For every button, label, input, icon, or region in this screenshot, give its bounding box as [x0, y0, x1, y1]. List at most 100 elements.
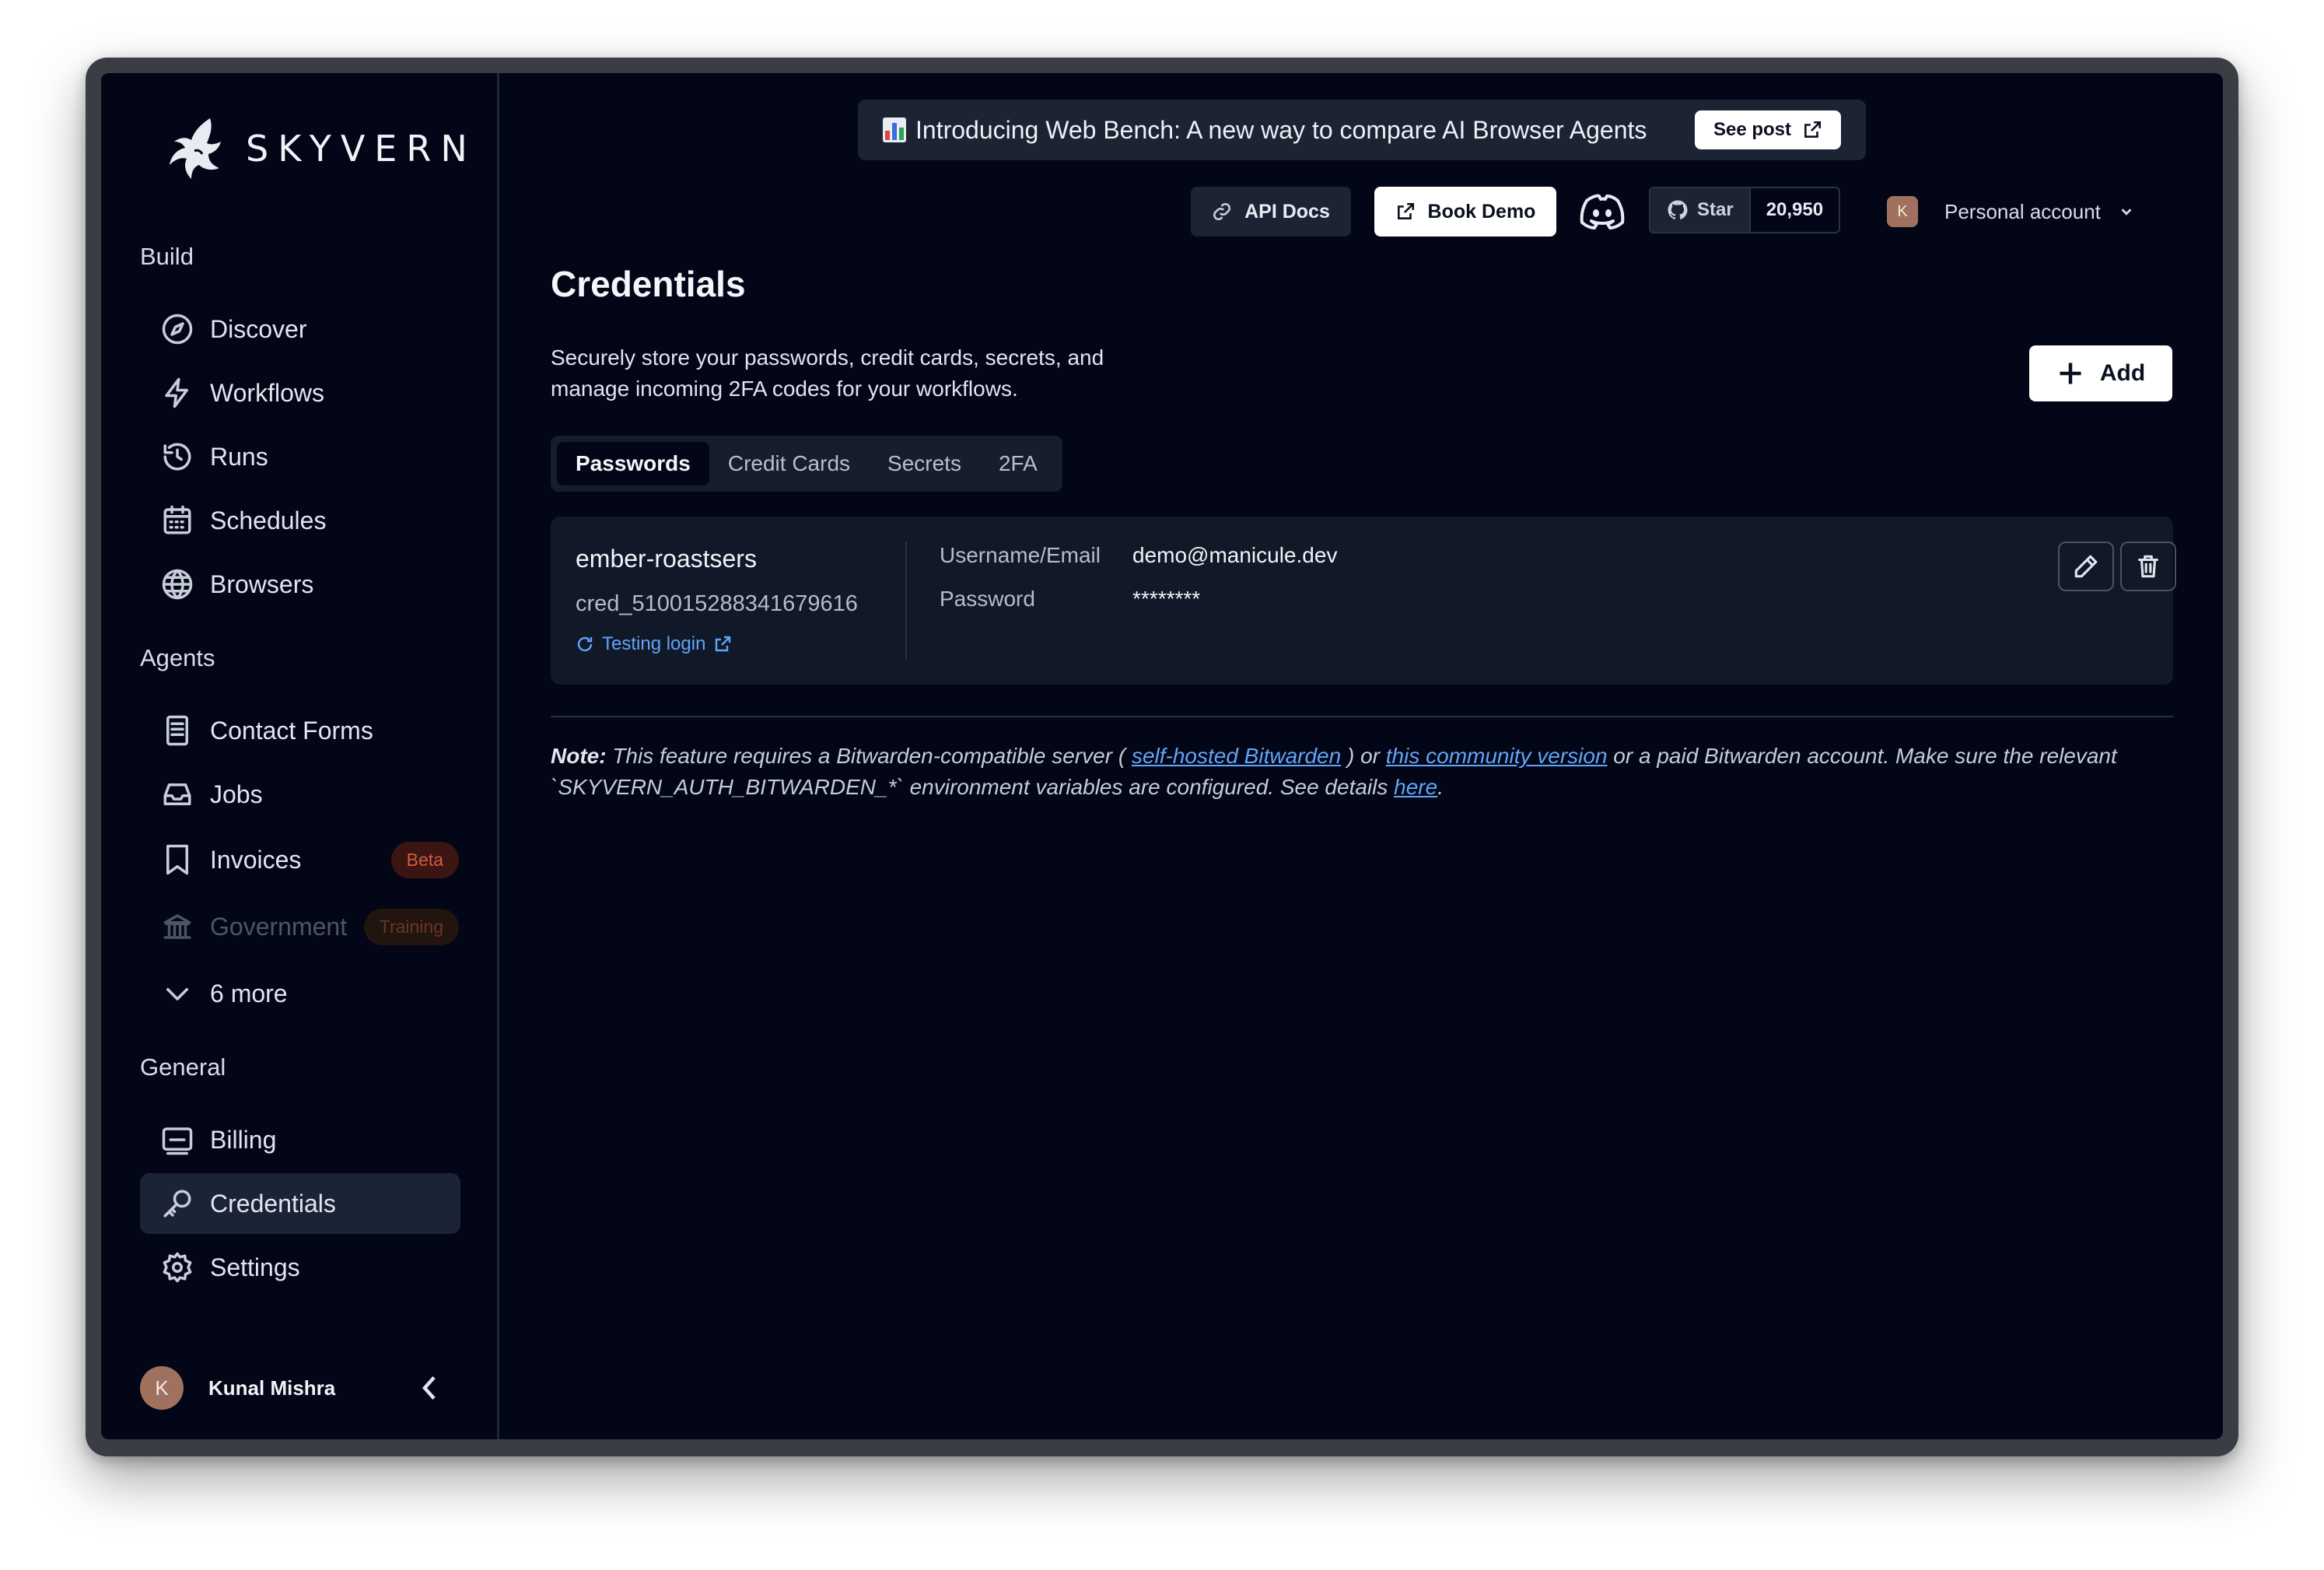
account-name: Personal account	[1944, 199, 2101, 223]
testing-login-label: Testing login	[602, 633, 706, 654]
pencil-icon	[2074, 555, 2098, 578]
github-star-count: 20,950	[1748, 188, 1839, 232]
github-icon	[1668, 200, 1688, 219]
credential-card: ember-roastsers cred_510015288341679616 …	[551, 517, 2176, 685]
tab-secrets[interactable]: Secrets	[869, 442, 980, 485]
nav-label: Runs	[210, 442, 268, 471]
nav-workflows[interactable]: Workflows	[140, 363, 460, 423]
bitwarden-note: Note: This feature requires a Bitwarden-…	[551, 741, 2176, 803]
nav-more[interactable]: 6 more	[140, 963, 460, 1024]
note-text-1: This feature requires a Bitwarden-compat…	[606, 744, 1132, 768]
user-profile[interactable]: K Kunal Mishra	[140, 1365, 460, 1411]
nav-billing[interactable]: Billing	[140, 1109, 460, 1170]
history-icon	[160, 440, 194, 474]
nav-label: Billing	[210, 1125, 277, 1154]
external-link-icon	[1397, 202, 1414, 219]
nav-label: Jobs	[210, 780, 263, 808]
app-window: SKYVERN Build Discover Workflows Runs Sc…	[101, 73, 2223, 1439]
receipt-icon	[160, 843, 194, 877]
see-post-label: See post	[1713, 119, 1791, 140]
nav-label: 6 more	[210, 979, 288, 1008]
bank-icon	[160, 909, 194, 944]
link-icon	[1213, 202, 1231, 221]
nav-government[interactable]: Government Training	[140, 896, 460, 957]
user-name: Kunal Mishra	[208, 1376, 336, 1400]
tab-credit-cards[interactable]: Credit Cards	[709, 442, 869, 485]
gear-icon	[160, 1250, 194, 1284]
chevron-down-icon	[160, 976, 194, 1011]
announcement-banner: Introducing Web Bench: A new way to comp…	[858, 100, 1866, 160]
nav-label: Discover	[210, 314, 307, 343]
github-star-label: Star	[1697, 199, 1734, 220]
top-bar: API Docs Book Demo Star 20,950 K Persona…	[101, 187, 2223, 237]
github-star-widget[interactable]: Star 20,950	[1649, 187, 1841, 233]
credential-name: ember-roastsers	[576, 545, 757, 573]
details-link[interactable]: here	[1394, 775, 1437, 799]
nav-settings[interactable]: Settings	[140, 1237, 460, 1298]
card-divider	[905, 541, 907, 660]
refresh-icon	[577, 636, 593, 652]
add-credential-button[interactable]: Add	[2029, 345, 2172, 401]
key-icon	[160, 1186, 194, 1221]
calendar-icon	[160, 503, 194, 538]
tab-2fa[interactable]: 2FA	[980, 442, 1056, 485]
self-hosted-bitwarden-link[interactable]: self-hosted Bitwarden	[1132, 744, 1341, 768]
logo[interactable]: SKYVERN	[163, 114, 477, 184]
nav-credentials[interactable]: Credentials	[140, 1173, 460, 1234]
collapse-sidebar-button[interactable]	[415, 1372, 443, 1404]
inbox-icon	[160, 777, 194, 811]
username-value: demo@manicule.dev	[1132, 543, 1338, 567]
note-label: Note:	[551, 744, 607, 768]
external-link-icon	[1804, 121, 1822, 138]
nav-browsers[interactable]: Browsers	[140, 554, 460, 615]
page-description: Securely store your passwords, credit ca…	[551, 345, 1104, 401]
beta-badge: Beta	[390, 841, 459, 878]
training-badge: Training	[363, 908, 459, 945]
sidebar: SKYVERN Build Discover Workflows Runs Sc…	[101, 73, 499, 1439]
password-value: ********	[1132, 587, 1201, 611]
trash-icon	[2138, 555, 2158, 578]
book-demo-button[interactable]: Book Demo	[1374, 187, 1556, 237]
discord-icon[interactable]	[1579, 190, 1626, 233]
billing-icon	[160, 1123, 194, 1157]
nav-runs[interactable]: Runs	[140, 426, 460, 487]
testing-login-link[interactable]: Testing login	[576, 633, 732, 655]
nav-contact-forms[interactable]: Contact Forms	[140, 700, 460, 761]
credential-tabs: Passwords Credit Cards Secrets 2FA	[551, 436, 1062, 492]
nav-schedules[interactable]: Schedules	[140, 490, 460, 551]
github-star-button[interactable]: Star	[1650, 188, 1749, 232]
see-post-button[interactable]: See post	[1694, 110, 1841, 149]
divider	[551, 716, 2173, 717]
password-label: Password	[940, 587, 1035, 611]
api-docs-label: API Docs	[1244, 200, 1330, 223]
bar-chart-icon	[883, 117, 906, 142]
nav-jobs[interactable]: Jobs	[140, 764, 460, 825]
plus-icon	[2060, 363, 2081, 384]
book-demo-label: Book Demo	[1427, 200, 1536, 223]
api-docs-button[interactable]: API Docs	[1191, 187, 1351, 237]
note-text-4: .	[1437, 775, 1444, 799]
banner-text: Introducing Web Bench: A new way to comp…	[915, 115, 1647, 144]
page-title: Credentials	[551, 264, 746, 304]
community-version-link[interactable]: this community version	[1386, 744, 1608, 768]
section-agents: Agents	[140, 644, 215, 671]
account-avatar: K	[1887, 196, 1918, 227]
nav-label: Browsers	[210, 569, 314, 598]
chevron-down-icon	[2121, 209, 2132, 216]
dragon-logo-icon	[170, 118, 221, 179]
logo-text: SKYVERN	[246, 128, 477, 170]
tab-passwords[interactable]: Passwords	[557, 442, 709, 485]
section-general: General	[140, 1053, 226, 1081]
nav-label: Government	[210, 912, 348, 941]
nav-discover[interactable]: Discover	[140, 299, 460, 359]
account-switcher[interactable]: K Personal account	[1887, 191, 2135, 232]
nav-label: Invoices	[210, 845, 302, 874]
edit-button[interactable]	[2058, 541, 2114, 591]
username-label: Username/Email	[940, 543, 1101, 567]
nav-invoices[interactable]: Invoices Beta	[140, 829, 460, 890]
delete-button[interactable]	[2120, 541, 2176, 591]
form-icon	[160, 713, 194, 748]
nav-label: Schedules	[210, 506, 327, 534]
section-build: Build	[140, 243, 194, 270]
note-text-2: ) or	[1341, 744, 1386, 768]
